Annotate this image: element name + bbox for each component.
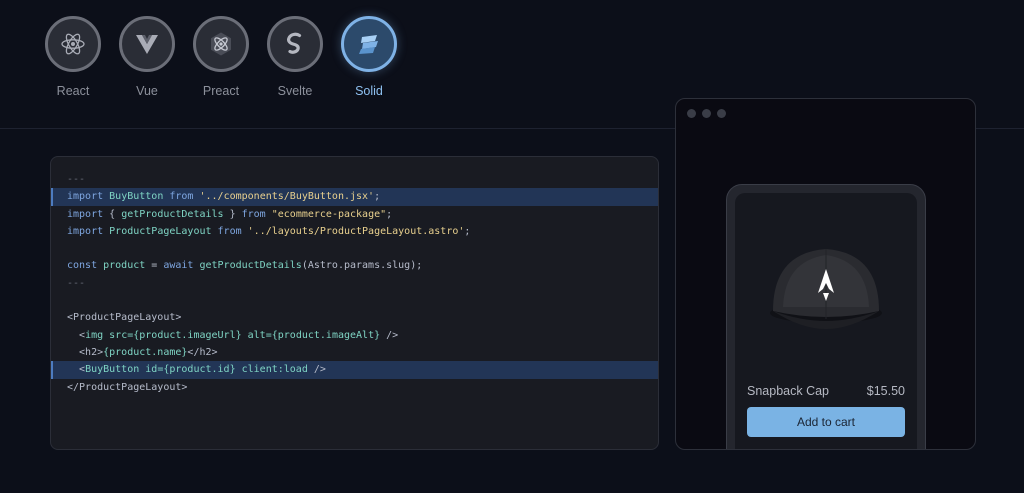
code-token: img <box>85 329 110 341</box>
code-token: client:load <box>241 364 308 376</box>
preact-icon <box>211 32 231 56</box>
framework-label: Vue <box>136 84 158 98</box>
framework-label: Solid <box>355 84 383 98</box>
framework-solid-button[interactable] <box>341 16 397 72</box>
window-dot-icon <box>702 109 711 118</box>
framework-react-button[interactable] <box>45 16 101 72</box>
code-token: {product.name} <box>103 346 188 358</box>
code-token: --- <box>67 174 86 185</box>
code-token: < <box>67 329 86 341</box>
code-token: getProductDetails <box>121 208 224 220</box>
window-dot-icon <box>687 109 696 118</box>
code-token: ; <box>386 208 393 220</box>
code-token: '../components/BuyButton.jsx' <box>199 191 375 203</box>
product-name: Snapback Cap <box>747 384 830 398</box>
code-token: (Astro.params.slug); <box>301 260 423 272</box>
code-token: /> <box>380 329 399 341</box>
code-token: ; <box>464 225 471 237</box>
code-token: = <box>151 260 164 272</box>
framework-label: Svelte <box>277 84 313 98</box>
code-token: ProductPageLayout <box>109 225 218 237</box>
code-token: </ProductPageLayout> <box>67 381 188 393</box>
code-line: <h2>{product.name}</h2> <box>51 344 658 361</box>
code-token: {product.imageUrl} <box>133 329 248 341</box>
code-token: <h2> <box>67 346 104 358</box>
framework-tab-preact[interactable]: Preact <box>192 16 250 98</box>
code-token: {product.id} <box>163 364 242 376</box>
browser-preview-window: Snapback Cap $15.50 Add to cart <box>675 98 976 450</box>
code-token: BuyButton <box>85 364 146 376</box>
code-token: <ProductPageLayout> <box>67 312 182 324</box>
code-line: </ProductPageLayout> <box>51 379 658 396</box>
code-line: <ProductPageLayout> <box>51 309 658 326</box>
code-token: src= <box>109 329 134 341</box>
vue-icon <box>136 35 158 54</box>
framework-tab-react[interactable]: React <box>44 16 102 98</box>
framework-svelte-button[interactable] <box>267 16 323 72</box>
code-token: /> <box>307 364 326 376</box>
product-card: Snapback Cap $15.50 Add to cart <box>735 193 917 449</box>
code-token: getProductDetails <box>199 260 302 272</box>
code-token: </h2> <box>187 346 218 358</box>
code-line: const product = await getProductDetails(… <box>51 257 658 274</box>
code-token: alt= <box>247 329 272 341</box>
code-token: --- <box>67 277 86 289</box>
solid-icon <box>359 35 378 54</box>
code-token: BuyButton <box>109 191 170 203</box>
code-token: } <box>223 208 242 220</box>
code-editor: --- import BuyButton from '../components/… <box>50 156 659 450</box>
framework-label: React <box>56 84 90 98</box>
window-controls <box>687 109 726 118</box>
framework-tab-solid[interactable]: Solid <box>340 16 398 98</box>
add-to-cart-button[interactable]: Add to cart <box>747 407 905 437</box>
code-line-highlighted: import BuyButton from '../components/Buy… <box>51 188 658 206</box>
product-price: $15.50 <box>866 384 905 398</box>
code-line: --- <box>51 275 658 292</box>
code-token: {product.imageAlt} <box>271 329 381 341</box>
code-token: const <box>67 260 104 272</box>
framework-selector: React Vue Preact Svelte Solid <box>44 16 398 98</box>
framework-tab-vue[interactable]: Vue <box>118 16 176 98</box>
phone-mockup: Snapback Cap $15.50 Add to cart <box>726 184 926 449</box>
code-token: from <box>169 191 200 203</box>
svelte-icon <box>287 32 302 54</box>
code-token: "ecommerce-package" <box>271 208 387 220</box>
framework-preact-button[interactable] <box>193 16 249 72</box>
code-token: { <box>109 208 122 220</box>
framework-label: Preact <box>202 84 240 98</box>
code-token: ; <box>374 191 381 203</box>
code-token: import <box>67 225 110 237</box>
code-token: import <box>67 208 110 220</box>
code-token: import <box>67 191 110 203</box>
code-token: < <box>67 364 86 376</box>
code-line-highlighted: <BuyButton id={product.id} client:load /… <box>51 361 658 379</box>
framework-tab-svelte[interactable]: Svelte <box>266 16 324 98</box>
code-line: <img src={product.imageUrl} alt={product… <box>51 327 658 344</box>
code-token: from <box>241 208 272 220</box>
code-token: product <box>103 260 152 272</box>
code-line: import { getProductDetails } from "ecomm… <box>51 206 658 223</box>
code-token: from <box>217 225 248 237</box>
code-line: --- <box>51 171 658 188</box>
code-token: id= <box>145 364 164 376</box>
react-icon <box>61 33 85 55</box>
code-line: import ProductPageLayout from '../layout… <box>51 223 658 240</box>
framework-vue-button[interactable] <box>119 16 175 72</box>
code-token: await <box>163 260 200 272</box>
code-token: '../layouts/ProductPageLayout.astro' <box>247 225 465 237</box>
window-dot-icon <box>717 109 726 118</box>
cap-icon <box>770 249 882 329</box>
